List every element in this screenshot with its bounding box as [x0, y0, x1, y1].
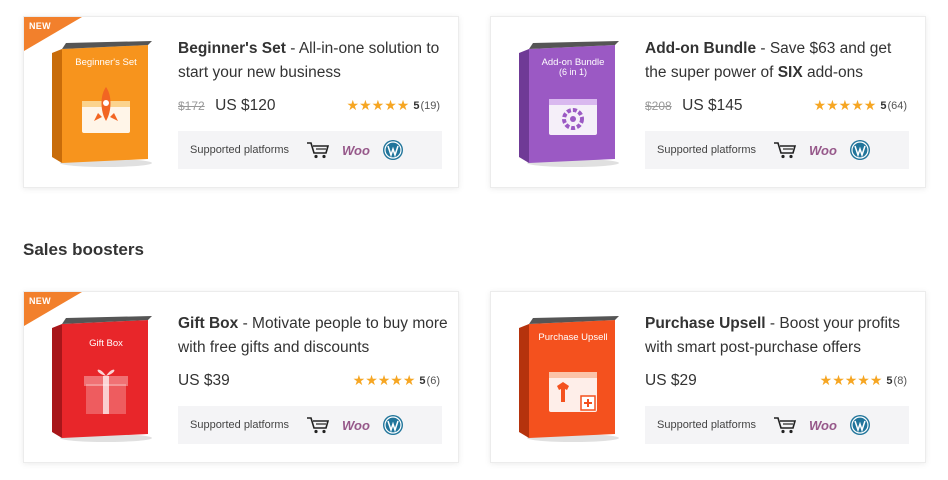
product-box-image[interactable]: Beginner's Set	[48, 37, 158, 169]
product-name[interactable]: Purchase Upsell	[645, 315, 766, 332]
product-description: Beginner's Set - All-in-one solution to …	[178, 37, 448, 85]
price-row: US $39	[178, 372, 230, 390]
review-count: (6)	[426, 374, 440, 387]
product-description: Gift Box - Motivate people to buy more w…	[178, 312, 448, 360]
review-count: (19)	[420, 99, 440, 112]
product-box-image[interactable]: Gift Box	[48, 312, 158, 444]
woocommerce-icon: Woo	[342, 417, 370, 433]
star-rating-icon: ★★★★★	[352, 372, 416, 388]
woocommerce-icon: Woo	[809, 417, 837, 433]
cart-platform-icon	[306, 416, 330, 434]
rating[interactable]: ★★★★★ 5 (6)	[353, 372, 440, 389]
cart-platform-icon	[773, 141, 797, 159]
woocommerce-icon: Woo	[342, 142, 370, 158]
woocommerce-icon: Woo	[809, 142, 837, 158]
supported-platforms: Supported platforms Woo	[645, 131, 909, 169]
wordpress-icon	[849, 414, 871, 436]
current-price: US $120	[215, 97, 276, 114]
wordpress-icon	[382, 139, 404, 161]
box-title: Purchase Upsell	[538, 332, 608, 343]
supported-platforms: Supported platforms Woo	[178, 131, 442, 169]
rating-value: 5	[886, 374, 893, 387]
new-badge-label: NEW	[29, 296, 51, 306]
price-row: $172 US $120	[178, 97, 275, 115]
review-count: (64)	[887, 99, 907, 112]
price-row: $208 US $145	[645, 97, 742, 115]
box-subtitle: (6 in 1)	[558, 67, 587, 77]
product-tagline-bold: SIX	[777, 64, 803, 81]
box-title: Beginner's Set	[75, 57, 137, 68]
cart-platform-icon	[773, 416, 797, 434]
star-rating-icon: ★★★★★	[346, 97, 410, 113]
product-description: Purchase Upsell - Boost your profits wit…	[645, 312, 915, 360]
product-card-addon-bundle[interactable]: Add-on Bundle (6 in 1) Add-on Bundle - S…	[490, 16, 926, 188]
product-tagline-post: add-ons	[802, 64, 864, 81]
platforms-label: Supported platforms	[190, 419, 290, 431]
supported-platforms: Supported platforms Woo	[178, 406, 442, 444]
star-rating-icon: ★★★★★	[819, 372, 883, 388]
product-card-beginners-set[interactable]: NEW Beginner's Set Beginner's Set - All-…	[23, 16, 459, 188]
star-rating-icon: ★★★★★	[813, 97, 877, 113]
product-box-image[interactable]: Add-on Bundle (6 in 1)	[515, 37, 625, 169]
product-name[interactable]: Gift Box	[178, 315, 238, 332]
platforms-label: Supported platforms	[657, 144, 757, 156]
old-price: $172	[178, 99, 205, 113]
product-description: Add-on Bundle - Save $63 and get the sup…	[645, 37, 915, 85]
rating[interactable]: ★★★★★ 5 (8)	[820, 372, 907, 389]
product-name[interactable]: Add-on Bundle	[645, 40, 756, 57]
platforms-label: Supported platforms	[657, 419, 757, 431]
product-name[interactable]: Beginner's Set	[178, 40, 286, 57]
product-box-image[interactable]: Purchase Upsell	[515, 312, 625, 444]
rating-value: 5	[419, 374, 426, 387]
wordpress-icon	[382, 414, 404, 436]
current-price: US $29	[645, 372, 697, 389]
supported-platforms: Supported platforms Woo	[645, 406, 909, 444]
platforms-label: Supported platforms	[190, 144, 290, 156]
product-card-purchase-upsell[interactable]: Purchase Upsell Purchase Upsell - Boost …	[490, 291, 926, 463]
cart-platform-icon	[306, 141, 330, 159]
wordpress-icon	[849, 139, 871, 161]
box-title: Gift Box	[89, 338, 123, 349]
old-price: $208	[645, 99, 672, 113]
product-card-gift-box[interactable]: NEW Gift Box Gift Box - Motivate people …	[23, 291, 459, 463]
new-badge-label: NEW	[29, 21, 51, 31]
review-count: (8)	[893, 374, 907, 387]
price-row: US $29	[645, 372, 697, 390]
rating-value: 5	[413, 99, 420, 112]
rating[interactable]: ★★★★★ 5 (19)	[347, 97, 440, 114]
current-price: US $145	[682, 97, 743, 114]
section-title-sales-boosters: Sales boosters	[23, 240, 144, 259]
rating[interactable]: ★★★★★ 5 (64)	[814, 97, 907, 114]
current-price: US $39	[178, 372, 230, 389]
rating-value: 5	[880, 99, 887, 112]
